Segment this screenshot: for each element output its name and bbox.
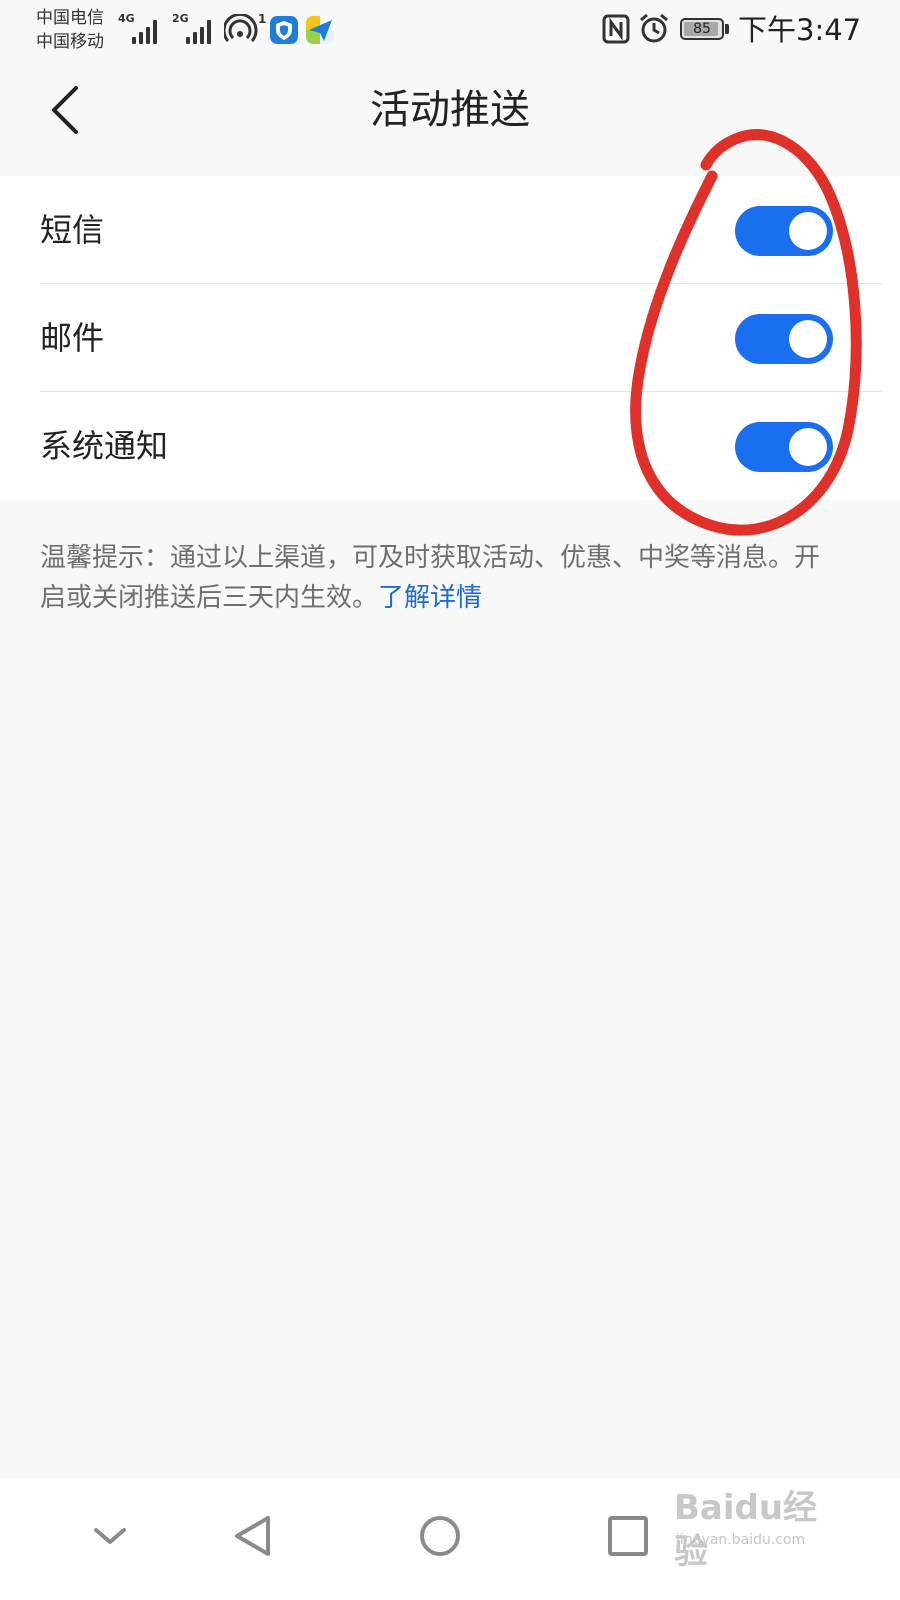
- email-toggle[interactable]: [735, 314, 833, 364]
- nav-recents-button[interactable]: [588, 1496, 668, 1576]
- alarm-icon: [640, 13, 668, 43]
- hotspot-count: 1: [258, 12, 267, 26]
- battery-tip: [725, 24, 729, 34]
- nfc-icon: [602, 14, 630, 44]
- setting-row-sms: 短信: [0, 176, 900, 284]
- system-navigation-bar: [0, 1478, 900, 1600]
- push-settings-list: 短信 邮件 系统通知: [0, 176, 900, 500]
- carrier-2: 中国移动: [36, 32, 104, 52]
- plane-app-icon: [306, 16, 334, 44]
- back-triangle-icon: [235, 1516, 270, 1556]
- nav-back-button[interactable]: [212, 1496, 292, 1576]
- setting-label-email: 邮件: [40, 319, 105, 357]
- carrier-names: 中国电信 中国移动: [36, 6, 104, 54]
- tip-text: 温馨提示：通过以上渠道，可及时获取活动、优惠、中奖等消息。开启或关闭推送后三天内…: [40, 538, 840, 618]
- setting-label-sms: 短信: [40, 211, 105, 249]
- learn-more-link[interactable]: 了解详情: [378, 583, 482, 613]
- sms-toggle[interactable]: [735, 206, 833, 256]
- hotspot-icon: [224, 14, 258, 42]
- toggle-knob: [789, 428, 827, 466]
- home-circle-icon: [420, 1516, 460, 1556]
- toggle-knob: [789, 320, 827, 358]
- status-time: 下午3:47: [738, 13, 862, 47]
- status-bar: 中国电信 中国移动 4G 2G 1 85 下午3:47: [0, 0, 900, 62]
- chevron-down-icon: [94, 1528, 126, 1544]
- setting-row-system-notification: 系统通知: [0, 392, 900, 500]
- signal-icon: [118, 14, 162, 44]
- shield-app-icon: [270, 16, 298, 44]
- signal-icon: [172, 14, 216, 44]
- battery-level: 85: [693, 21, 711, 37]
- toggle-knob: [789, 212, 827, 250]
- hide-nav-button[interactable]: [70, 1496, 150, 1576]
- nav-home-button[interactable]: [400, 1496, 480, 1576]
- recents-square-icon: [608, 1516, 648, 1556]
- page-title: 活动推送: [370, 87, 530, 133]
- setting-row-email: 邮件: [0, 284, 900, 392]
- page-header: 活动推送: [0, 62, 900, 158]
- battery-icon: 85: [680, 18, 724, 40]
- carrier-1: 中国电信: [36, 8, 104, 28]
- system-notification-toggle[interactable]: [735, 422, 833, 472]
- setting-label-system-notification: 系统通知: [40, 427, 169, 465]
